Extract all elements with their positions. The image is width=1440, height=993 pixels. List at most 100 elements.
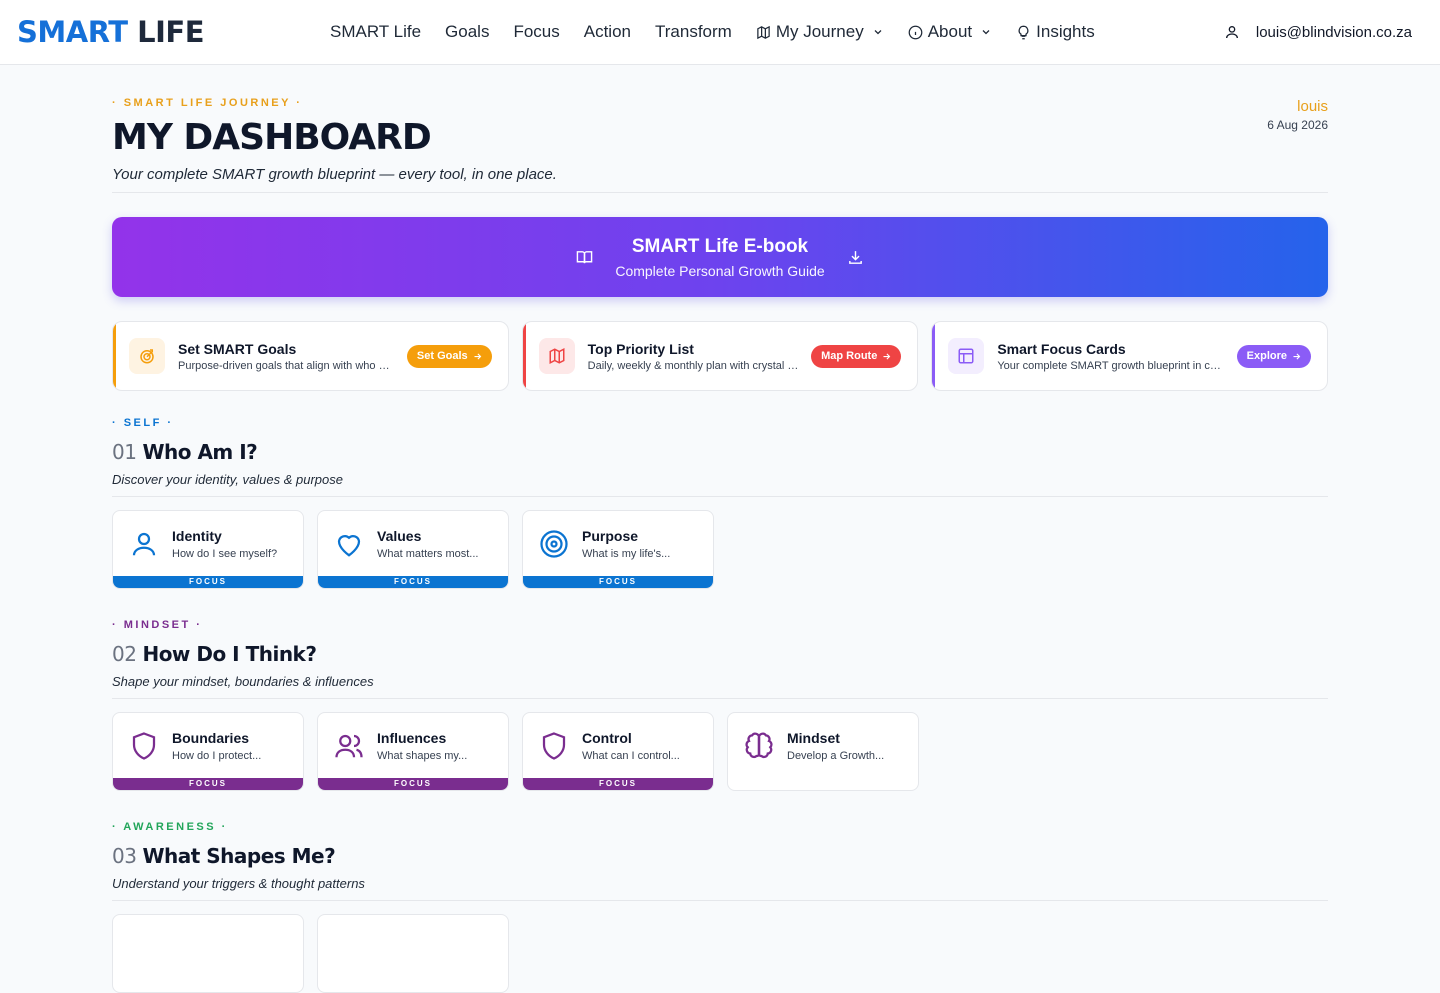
card-awareness-2[interactable] <box>317 914 509 993</box>
nav-goals[interactable]: Goals <box>445 22 489 42</box>
user-icon <box>1225 26 1238 39</box>
card-row <box>112 914 1328 993</box>
focus-bar: FOCUS <box>318 778 508 790</box>
feature-desc: Your complete SMART growth blueprint in … <box>997 359 1225 372</box>
button-label: Explore <box>1246 350 1288 362</box>
explore-button[interactable]: Explore <box>1236 344 1312 368</box>
book-open-icon <box>577 250 593 263</box>
nav-focus[interactable]: Focus <box>513 22 559 42</box>
card-icon-box <box>743 730 775 762</box>
section-eyebrow: · MINDSET · <box>112 619 203 631</box>
card-title: Influences <box>377 730 447 746</box>
account-menu[interactable]: louis@blindvision.co.za <box>1224 0 1412 64</box>
arrow-right-icon <box>1293 352 1301 360</box>
brand-smart: SMART <box>17 15 128 49</box>
card-body: Influences What shapes my... <box>318 713 508 762</box>
feature-title: Smart Focus Cards <box>997 340 1126 357</box>
card-title: Purpose <box>582 528 639 544</box>
info-icon <box>908 25 923 39</box>
nav-label: Insights <box>1036 22 1095 41</box>
card-purpose[interactable]: Purpose What is my life's... FOCUS <box>522 510 714 589</box>
map-icon <box>757 25 770 39</box>
nav-label: Goals <box>445 22 490 41</box>
card-desc: What shapes my... <box>377 750 468 762</box>
heart-icon <box>337 535 361 557</box>
card-awareness-1[interactable] <box>112 914 304 993</box>
card-body: Purpose What is my life's... <box>523 511 713 560</box>
nav-label: My Journey <box>775 22 864 41</box>
chevron-down-icon <box>874 30 882 35</box>
card-title: Identity <box>172 528 222 544</box>
nav-transform[interactable]: Transform <box>655 22 732 42</box>
feature-cards: Set SMART Goals Purpose-driven goals tha… <box>112 321 1329 391</box>
nav-label: Transform <box>655 22 732 41</box>
section-eyebrow: · AWARENESS · <box>112 821 228 833</box>
card-influences[interactable]: Influences What shapes my... FOCUS <box>317 712 509 791</box>
banner-text: SMART Life E-book Complete Personal Grow… <box>615 236 824 279</box>
card-icon-box <box>333 528 365 560</box>
card-text: Influences What shapes my... <box>377 730 467 762</box>
section-header: · MINDSET · 02 How Do I Think? Shape your… <box>112 619 1328 699</box>
card-control[interactable]: Control What can I control... FOCUS <box>522 712 714 791</box>
nav-my-journey[interactable]: My Journey <box>756 22 884 42</box>
feature-icon-box <box>129 338 165 374</box>
arrow-right-icon <box>883 352 891 360</box>
page-eyebrow: · SMART LIFE JOURNEY · <box>112 97 303 109</box>
focus-bar: FOCUS <box>318 576 508 588</box>
card-icon-box <box>538 730 570 762</box>
section-number: 01 <box>112 440 137 464</box>
section-title: 03 What Shapes Me? <box>112 844 1328 868</box>
shield-icon <box>542 732 566 760</box>
card-desc: How do I see myself? <box>172 548 278 560</box>
card-identity[interactable]: Identity How do I see myself? FOCUS <box>112 510 304 589</box>
current-date: 6 Aug 2026 <box>1267 118 1328 132</box>
banner-title: SMART Life E-book <box>631 235 809 257</box>
map-route-button[interactable]: Map Route <box>811 344 902 368</box>
feature-desc: Daily, weekly & monthly plan with crysta… <box>587 359 800 372</box>
top-navigation-bar: SMART LIFE SMART Life Goals Focus Action… <box>0 0 1440 65</box>
nav-smart-life[interactable]: SMART Life <box>330 22 421 42</box>
card-boundaries[interactable]: Boundaries How do I protect... FOCUS <box>112 712 304 791</box>
shield-icon <box>132 732 156 760</box>
feature-set-smart-goals[interactable]: Set SMART Goals Purpose-driven goals tha… <box>112 321 509 391</box>
card-mindset[interactable]: Mindset Develop a Growth... <box>727 712 919 791</box>
section-subtitle: Understand your triggers & thought patte… <box>112 876 365 891</box>
section-number: 02 <box>112 642 137 666</box>
brand-logo[interactable]: SMART LIFE <box>17 15 204 49</box>
main-nav: SMART Life Goals Focus Action Transform … <box>330 0 1095 64</box>
user-name: louis <box>1297 98 1328 115</box>
nav-insights[interactable]: Insights <box>1016 22 1095 42</box>
card-icon-box <box>333 730 365 762</box>
feature-title: Top Priority List <box>587 340 694 357</box>
nav-action[interactable]: Action <box>584 22 631 42</box>
card-text: Values What matters most... <box>377 528 478 560</box>
focus-bar: FOCUS <box>523 778 713 790</box>
nav-label: SMART Life <box>330 22 422 41</box>
feature-icon-box <box>538 338 575 374</box>
arrow-right-icon <box>474 352 481 360</box>
card-desc: What is my life's... <box>582 548 671 560</box>
card-icon-box <box>538 528 570 560</box>
feature-top-priority-list[interactable]: Top Priority List Daily, weekly & monthl… <box>521 321 919 391</box>
section-title: 02 How Do I Think? <box>112 642 1328 666</box>
section-awareness: · AWARENESS · 03 What Shapes Me? Understa… <box>112 821 1328 993</box>
feature-smart-focus-cards[interactable]: Smart Focus Cards Your complete SMART gr… <box>931 321 1329 391</box>
card-text: Identity How do I see myself? <box>172 528 277 560</box>
section-title-text: What Shapes Me? <box>142 844 336 868</box>
users-icon <box>335 734 363 758</box>
nav-label: Action <box>583 22 631 41</box>
ebook-banner[interactable]: SMART Life E-book Complete Personal Grow… <box>112 217 1328 297</box>
section-subtitle: Shape your mindset, boundaries & influen… <box>112 674 374 689</box>
nav-about[interactable]: About <box>908 22 992 42</box>
section-eyebrow: · SELF · <box>112 417 174 429</box>
nav-label: About <box>927 22 973 41</box>
set-goals-button[interactable]: Set Goals <box>406 344 492 368</box>
section-self: · SELF · 01 Who Am I? Discover your ident… <box>112 417 1328 589</box>
section-title-text: How Do I Think? <box>142 642 317 666</box>
card-body: Mindset Develop a Growth... <box>728 713 918 762</box>
section-mindset: · MINDSET · 02 How Do I Think? Shape your… <box>112 619 1328 791</box>
card-values[interactable]: Values What matters most... FOCUS <box>317 510 509 589</box>
card-text: Mindset Develop a Growth... <box>787 730 884 762</box>
user-meta: louis 6 Aug 2026 <box>1267 98 1328 132</box>
dashboard-main: · SMART LIFE JOURNEY · MY DASHBOARD Your… <box>112 65 1329 993</box>
